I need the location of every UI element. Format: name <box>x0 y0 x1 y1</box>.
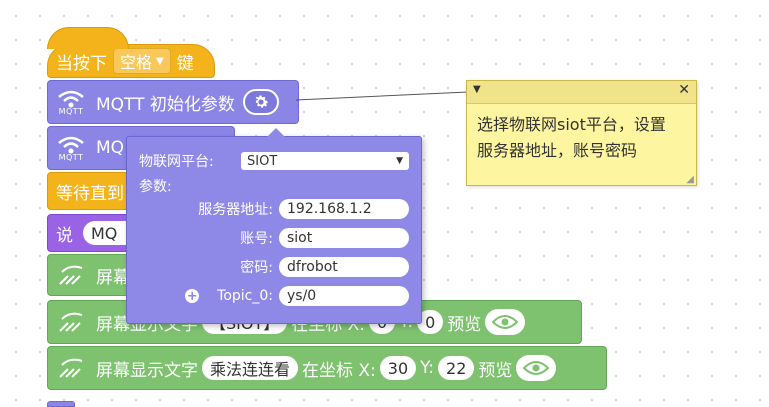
comment-text[interactable]: 选择物联网siot平台，设置 服务器地址，账号密码 <box>467 104 696 172</box>
password-input[interactable]: dfrobot <box>279 257 409 277</box>
password-label: 密码: <box>240 260 273 276</box>
server-label: 服务器地址: <box>198 202 273 218</box>
comment-header[interactable]: ▼ ✕ <box>467 81 696 104</box>
params-label: 参数: <box>139 179 172 195</box>
add-topic-icon[interactable]: + <box>185 289 200 304</box>
password-value: dfrobot <box>287 259 338 275</box>
server-address-input[interactable]: 192.168.1.2 <box>279 199 409 219</box>
platform-select[interactable]: SIOT ▼ <box>241 152 409 170</box>
popup-pointer <box>267 128 285 137</box>
resize-handle-icon[interactable]: ◢ <box>686 174 694 185</box>
account-value: siot <box>287 230 313 246</box>
comment-note[interactable]: ▼ ✕ 选择物联网siot平台，设置 服务器地址，账号密码 ◢ <box>466 80 697 186</box>
chevron-down-icon: ▼ <box>396 156 403 166</box>
mqtt-settings-popup: 物联网平台: SIOT ▼ 参数: 服务器地址: 192.168.1.2 账号:… <box>126 128 422 324</box>
account-input[interactable]: siot <box>279 228 409 248</box>
platform-value: SIOT <box>247 153 278 169</box>
close-icon[interactable]: ✕ <box>678 82 690 98</box>
account-label: 账号: <box>240 231 273 247</box>
platform-label: 物联网平台: <box>139 154 214 170</box>
topic-label: Topic_0: <box>217 288 273 304</box>
topic-value: ys/0 <box>287 288 317 304</box>
comment-line-1: 选择物联网siot平台，设置 <box>477 115 666 134</box>
server-value: 192.168.1.2 <box>287 201 372 217</box>
comment-line-2: 服务器地址，账号密码 <box>477 141 638 160</box>
topic-input[interactable]: ys/0 <box>279 286 409 306</box>
comment-collapse-icon[interactable]: ▼ <box>473 84 481 95</box>
